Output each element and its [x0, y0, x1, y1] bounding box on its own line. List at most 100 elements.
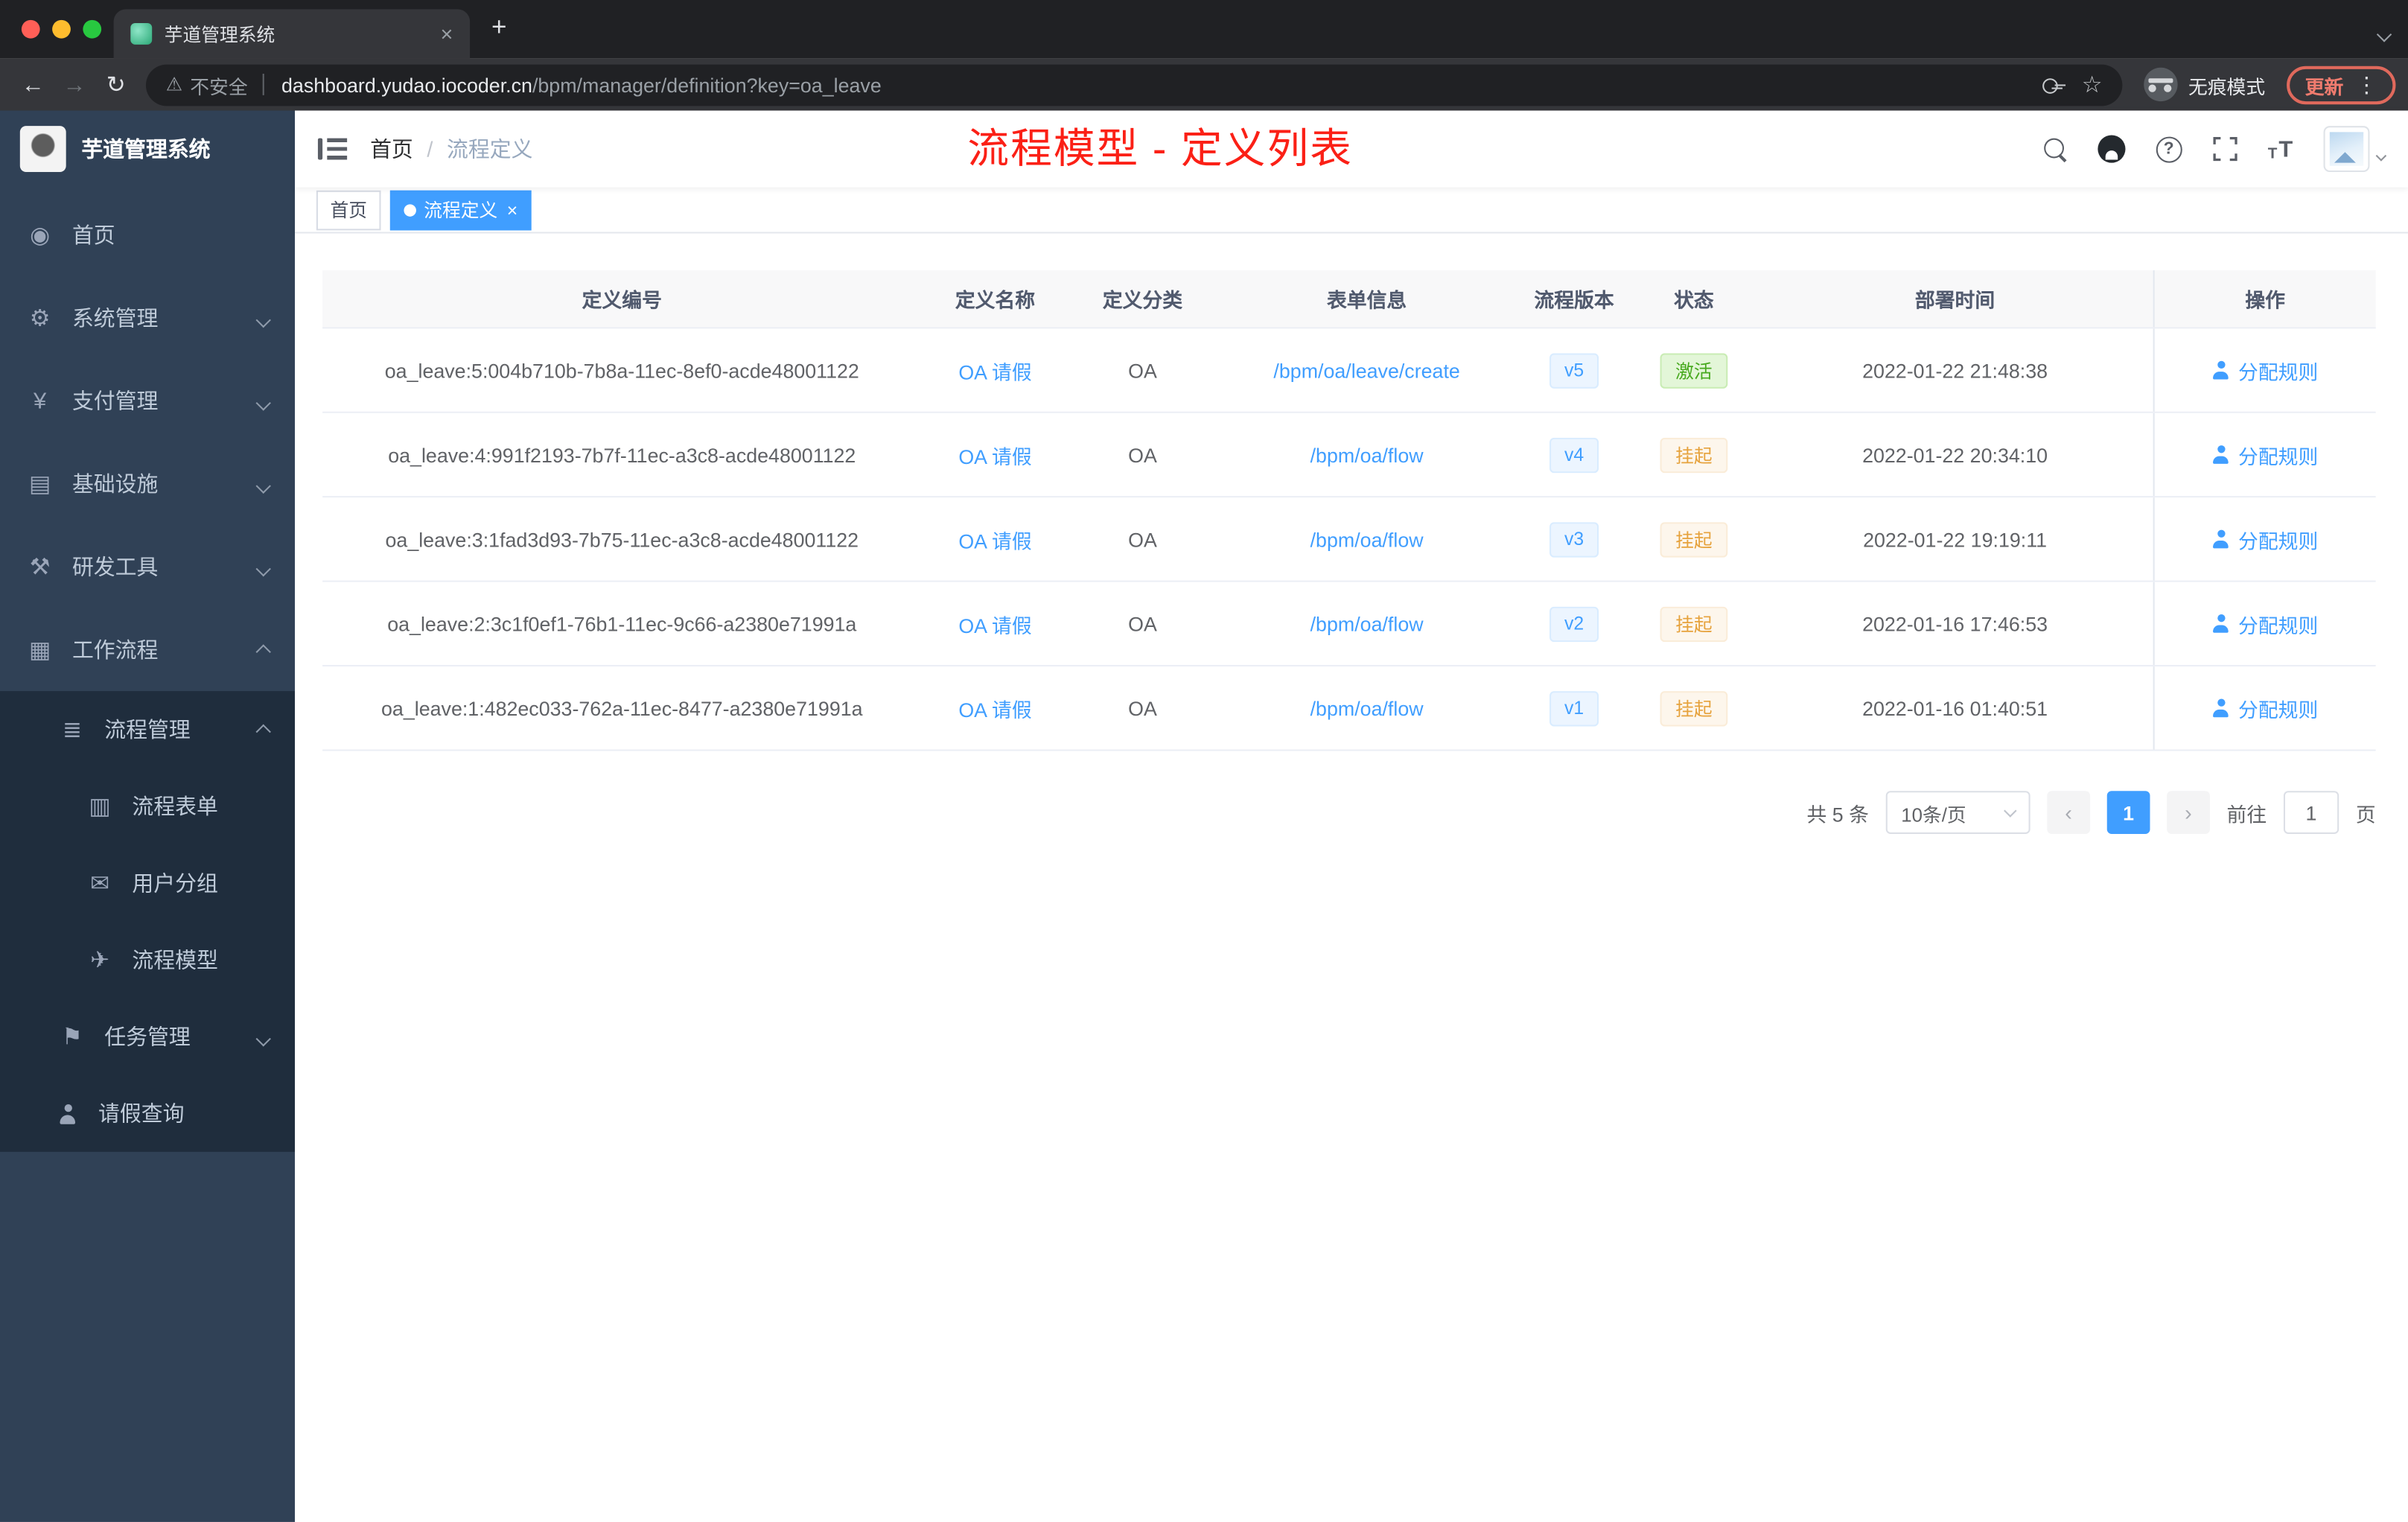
help-icon[interactable]: ?	[2156, 136, 2182, 162]
breadcrumb-home[interactable]: 首页	[370, 133, 413, 164]
omnibox[interactable]: ⚠ 不安全 dashboard.yudao.iocoder.cn/bpm/man…	[145, 63, 2123, 106]
sidebar-item-payment-mgmt[interactable]: ¥ 支付管理	[0, 360, 295, 442]
form-link[interactable]: /bpm/oa/leave/create	[1273, 359, 1459, 382]
definition-name-link[interactable]: OA 请假	[958, 445, 1031, 468]
incognito-icon	[2144, 67, 2178, 102]
reload-button[interactable]: ↻	[95, 64, 137, 106]
definition-name-link[interactable]: OA 请假	[958, 360, 1031, 383]
tag-process-definition[interactable]: 流程定义 ×	[389, 189, 532, 230]
next-page-button[interactable]: ›	[2167, 791, 2210, 834]
search-icon[interactable]	[2043, 137, 2067, 161]
fullscreen-icon[interactable]	[2212, 136, 2237, 162]
tag-active-dot	[404, 203, 416, 216]
sidebar-item-workflow[interactable]: ▦ 工作流程	[0, 608, 295, 691]
version-badge: v5	[1549, 352, 1599, 388]
minimize-window-button[interactable]	[52, 19, 71, 39]
font-size-icon[interactable]: TT	[2268, 136, 2293, 162]
user-icon	[2212, 529, 2231, 549]
cell-deploy-time: 2022-01-22 19:19:11	[1863, 527, 2048, 551]
table-row: oa_leave:3:1fad3d93-7b75-11ec-a3c8-acde4…	[322, 497, 2376, 582]
status-badge: 挂起	[1660, 690, 1728, 726]
col-deploy-time: 部署时间	[1914, 288, 1995, 312]
current-page-button[interactable]: 1	[2106, 791, 2150, 834]
cell-actions: 分配规则	[2153, 666, 2376, 750]
prev-page-button[interactable]: ‹	[2047, 791, 2090, 834]
browser-tab[interactable]: 芋道管理系统 ×	[113, 9, 471, 59]
form-link[interactable]: /bpm/oa/flow	[1310, 696, 1424, 719]
update-button[interactable]: 更新 ⋮	[2287, 65, 2396, 104]
cell-form-info: /bpm/oa/leave/create	[1217, 359, 1517, 382]
tag-label: 流程定义	[424, 200, 498, 221]
sidebar-item-user-group[interactable]: ✉ 用户分组	[0, 844, 295, 921]
sidebar-item-infrastructure[interactable]: ▤ 基础设施	[0, 442, 295, 525]
user-menu[interactable]	[2323, 126, 2387, 172]
assign-rule-link[interactable]: 分配规则	[2212, 609, 2318, 638]
cell-status: 挂起	[1631, 521, 1756, 557]
url-text[interactable]: dashboard.yudao.iocoder.cn/bpm/manager/d…	[281, 73, 2026, 96]
definition-name-link[interactable]: OA 请假	[958, 529, 1031, 553]
window-controls	[21, 19, 102, 39]
forward-button[interactable]: →	[54, 64, 95, 106]
user-avatar	[2323, 126, 2370, 172]
browser-address-bar: ← → ↻ ⚠ 不安全 dashboard.yudao.iocoder.cn/b…	[0, 58, 2408, 111]
sidebar-item-process-model[interactable]: ✈ 流程模型	[0, 922, 295, 999]
user-group-icon: ✉	[90, 870, 110, 897]
form-link[interactable]: /bpm/oa/flow	[1310, 527, 1424, 550]
sidebar-item-process-mgmt[interactable]: ≣ 流程管理	[0, 691, 295, 768]
github-icon[interactable]	[2097, 135, 2125, 163]
tag-home[interactable]: 首页	[316, 189, 381, 230]
assign-rule-link[interactable]: 分配规则	[2212, 693, 2318, 722]
assign-rule-link[interactable]: 分配规则	[2212, 524, 2318, 553]
definition-name-link[interactable]: OA 请假	[958, 614, 1031, 637]
security-label[interactable]: 不安全	[190, 70, 247, 99]
bookmark-star-icon[interactable]: ☆	[2082, 71, 2103, 98]
menu-dots-icon[interactable]: ⋮	[2356, 71, 2377, 98]
cell-definition-name: OA 请假	[922, 609, 1069, 638]
app-title: 芋道管理系统	[81, 136, 211, 162]
leave-query-icon	[58, 1103, 80, 1124]
status-badge: 挂起	[1660, 605, 1728, 642]
sidebar-item-label: 基础设施	[71, 471, 159, 497]
definition-name-link[interactable]: OA 请假	[958, 698, 1031, 721]
form-link[interactable]: /bpm/oa/flow	[1310, 612, 1424, 635]
table-row: oa_leave:4:991f2193-7b7f-11ec-a3c8-acde4…	[322, 413, 2376, 498]
version-badge: v4	[1549, 436, 1599, 473]
back-button[interactable]: ←	[13, 64, 54, 106]
close-window-button[interactable]	[21, 19, 40, 39]
password-key-icon[interactable]	[2042, 74, 2065, 95]
assign-rule-link[interactable]: 分配规则	[2212, 440, 2318, 469]
cell-category: OA	[1128, 443, 1157, 466]
sidebar-item-label: 任务管理	[104, 1024, 191, 1049]
goto-page-input[interactable]	[2283, 791, 2339, 834]
sidebar-item-home[interactable]: ◉ 首页	[0, 194, 295, 276]
sidebar-item-task-mgmt[interactable]: ⚑ 任务管理	[0, 999, 295, 1075]
page-size-select[interactable]: 10条/页	[1885, 791, 2030, 834]
col-actions: 操作	[2153, 270, 2376, 328]
sidebar-toggle-icon[interactable]	[317, 138, 348, 160]
tab-close-icon[interactable]: ×	[441, 22, 453, 46]
process-model-icon: ✈	[90, 947, 110, 974]
assign-rule-link[interactable]: 分配规则	[2212, 355, 2318, 384]
update-label: 更新	[2305, 76, 2344, 98]
sidebar-item-label: 流程模型	[132, 947, 218, 972]
definitions-table: 定义编号 定义名称 定义分类 表单信息 流程版本 状态 部署时间 操作 oa_l…	[322, 270, 2376, 751]
cell-status: 挂起	[1631, 605, 1756, 642]
logo-avatar	[19, 126, 66, 172]
breadcrumb: 首页 / 流程定义	[370, 133, 532, 164]
version-badge: v2	[1549, 605, 1599, 642]
tab-search-caret-icon[interactable]	[2376, 20, 2392, 48]
sidebar-item-process-form[interactable]: ▥ 流程表单	[0, 768, 295, 844]
sidebar-logo[interactable]: 芋道管理系统	[0, 111, 295, 188]
new-tab-button[interactable]: +	[491, 13, 506, 43]
sidebar-item-leave-query[interactable]: 请假查询	[0, 1075, 295, 1152]
sidebar-item-system-mgmt[interactable]: ⚙ 系统管理	[0, 276, 295, 359]
cell-deploy-time: 2022-01-16 01:40:51	[1862, 696, 2048, 720]
sidebar-item-dev-tools[interactable]: ⚒ 研发工具	[0, 525, 295, 608]
chevron-down-icon	[255, 1025, 271, 1049]
form-link[interactable]: /bpm/oa/flow	[1310, 443, 1424, 466]
tag-close-icon[interactable]: ×	[507, 199, 517, 220]
zoom-window-button[interactable]	[83, 19, 102, 39]
cell-version: v2	[1517, 605, 1631, 642]
url-separator	[263, 74, 265, 95]
cell-form-info: /bpm/oa/flow	[1217, 527, 1517, 550]
